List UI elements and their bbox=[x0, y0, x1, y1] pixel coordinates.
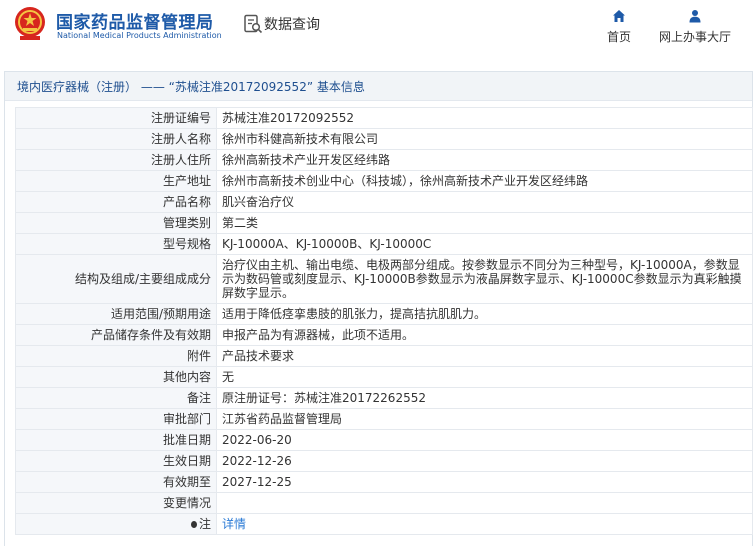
breadcrumb-text: 境内医疗器械（注册） —— “苏械注准20172092552” 基本信息 bbox=[17, 80, 365, 94]
note-label-cell: 注 bbox=[15, 513, 217, 535]
row-value: 申报产品为有源器械，此项不适用。 bbox=[216, 324, 753, 346]
row-label: 附件 bbox=[15, 345, 217, 367]
note-value-cell: 详情 bbox=[216, 513, 753, 535]
agency-name-cn[interactable]: 国家药品监督管理局 bbox=[56, 8, 214, 33]
national-emblem-icon bbox=[15, 7, 45, 40]
nav-home-link[interactable]: 首页 bbox=[598, 9, 640, 45]
row-label: 变更情况 bbox=[15, 492, 217, 514]
page-title: 数据查询 bbox=[264, 17, 320, 33]
row-value: 江苏省药品监督管理局 bbox=[216, 408, 753, 430]
details-link[interactable]: 详情 bbox=[222, 517, 246, 531]
table-row: 注册人名称 徐州市科健高新技术有限公司 bbox=[15, 128, 753, 150]
row-label: 产品储存条件及有效期 bbox=[15, 324, 217, 346]
row-value: 徐州高新技术产业开发区经纬路 bbox=[216, 149, 753, 171]
row-label: 生产地址 bbox=[15, 170, 217, 192]
table-row: 附件 产品技术要求 bbox=[15, 345, 753, 367]
site-header: 国家药品监督管理局 National Medical Products Admi… bbox=[0, 0, 754, 62]
breadcrumb: 境内医疗器械（注册） —— “苏械注准20172092552” 基本信息 bbox=[5, 72, 752, 101]
row-value: 治疗仪由主机、输出电缆、电极两部分组成。按参数显示不同分为三种型号，KJ-100… bbox=[216, 254, 753, 304]
table-row-note: 注 详情 bbox=[15, 513, 753, 535]
table-row: 产品名称 肌兴奋治疗仪 bbox=[15, 191, 753, 213]
row-label: 备注 bbox=[15, 387, 217, 409]
table-row: 产品储存条件及有效期 申报产品为有源器械，此项不适用。 bbox=[15, 324, 753, 346]
table-row: 其他内容无 bbox=[15, 366, 753, 388]
row-value: 苏械注准20172092552 bbox=[216, 107, 753, 129]
table-row: 变更情况 bbox=[15, 492, 753, 514]
row-label: 产品名称 bbox=[15, 191, 217, 213]
row-label: 有效期至 bbox=[15, 471, 217, 493]
nav-home-label[interactable]: 首页 bbox=[598, 28, 640, 45]
nav-online-hall-link[interactable]: 网上办事大厅 bbox=[654, 9, 736, 45]
row-value: 徐州市科健高新技术有限公司 bbox=[216, 128, 753, 150]
row-value bbox=[216, 492, 753, 514]
table-row: 注册证编号 苏械注准20172092552 bbox=[15, 107, 753, 129]
lightbulb-icon bbox=[190, 521, 197, 528]
table-row: 生效日期 2022-12-26 bbox=[15, 450, 753, 472]
table-row: 有效期至 2027-12-25 bbox=[15, 471, 753, 493]
row-label: 其他内容 bbox=[15, 366, 217, 388]
table-row: 注册人住所 徐州高新技术产业开发区经纬路 bbox=[15, 149, 753, 171]
row-label: 注册证编号 bbox=[15, 107, 217, 129]
table-row: 型号规格 KJ-10000A、KJ-10000B、KJ-10000C bbox=[15, 233, 753, 255]
row-value: 2027-12-25 bbox=[216, 471, 753, 493]
data-query-icon bbox=[244, 14, 263, 34]
row-label: 生效日期 bbox=[15, 450, 217, 472]
row-label: 管理类别 bbox=[15, 212, 217, 234]
table-row: 结构及组成/主要组成成分 治疗仪由主机、输出电缆、电极两部分组成。按参数显示不同分… bbox=[15, 254, 753, 304]
row-value: KJ-10000A、KJ-10000B、KJ-10000C bbox=[216, 233, 753, 255]
row-label: 型号规格 bbox=[15, 233, 217, 255]
table-row: 管理类别 第二类 bbox=[15, 212, 753, 234]
note-label: 注 bbox=[198, 517, 211, 531]
row-value: 原注册证号：苏械注准20172262552 bbox=[216, 387, 753, 409]
user-icon bbox=[689, 10, 701, 23]
nav-online-hall-label[interactable]: 网上办事大厅 bbox=[654, 28, 736, 45]
row-label: 结构及组成/主要组成成分 bbox=[15, 254, 217, 304]
row-value: 产品技术要求 bbox=[216, 345, 753, 367]
row-value: 徐州市高新技术创业中心（科技城），徐州高新技术产业开发区经纬路 bbox=[216, 170, 753, 192]
row-value: 无 bbox=[216, 366, 753, 388]
row-label: 审批部门 bbox=[15, 408, 217, 430]
table-row: 审批部门 江苏省药品监督管理局 bbox=[15, 408, 753, 430]
table-row: 备注 原注册证号：苏械注准20172262552 bbox=[15, 387, 753, 409]
table-row: 生产地址 徐州市高新技术创业中心（科技城），徐州高新技术产业开发区经纬路 bbox=[15, 170, 753, 192]
row-value: 第二类 bbox=[216, 212, 753, 234]
agency-name-en[interactable]: National Medical Products Administration bbox=[57, 31, 222, 40]
table-row: 适用范围/预期用途 适用于降低痉挛患肢的肌张力，提高拮抗肌肌力。 bbox=[15, 303, 753, 325]
table-row: 批准日期 2022-06-20 bbox=[15, 429, 753, 451]
row-value: 适用于降低痉挛患肢的肌张力，提高拮抗肌肌力。 bbox=[216, 303, 753, 325]
row-label: 注册人住所 bbox=[15, 149, 217, 171]
row-value: 2022-12-26 bbox=[216, 450, 753, 472]
home-icon bbox=[613, 10, 625, 22]
row-label: 注册人名称 bbox=[15, 128, 217, 150]
row-value: 2022-06-20 bbox=[216, 429, 753, 451]
row-label: 批准日期 bbox=[15, 429, 217, 451]
row-label: 适用范围/预期用途 bbox=[15, 303, 217, 325]
row-value: 肌兴奋治疗仪 bbox=[216, 191, 753, 213]
device-info-table: 注册证编号 苏械注准20172092552 注册人名称 徐州市科健高新技术有限公司 … bbox=[15, 107, 753, 535]
